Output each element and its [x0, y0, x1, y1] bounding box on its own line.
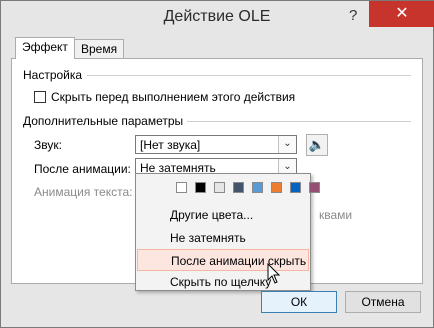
hide-before-checkbox[interactable] [34, 91, 46, 103]
sound-select[interactable]: [Нет звука] ⌄ [135, 135, 297, 154]
settings-group-label: Настройка [23, 68, 83, 82]
menu-item-no-dim[interactable]: Не затемнять [136, 227, 312, 249]
tab-effect[interactable]: Эффект [15, 37, 75, 59]
color-swatch[interactable] [195, 182, 206, 193]
color-swatch[interactable] [233, 182, 244, 193]
menu-item-hide-on-click[interactable]: Скрыть по щелчку [136, 271, 312, 293]
color-swatch[interactable] [309, 182, 320, 193]
extra-group-label: Дополнительные параметры [23, 114, 184, 128]
menu-item-more-colors[interactable]: Другие цвета... [136, 204, 312, 226]
after-animation-dropdown: Другие цвета... Не затемнять После анима… [135, 173, 320, 293]
ole-action-dialog: Действие OLE ? ✕ Эффект Время Настройка … [0, 0, 434, 328]
color-swatch[interactable] [252, 182, 263, 193]
color-swatch[interactable] [290, 182, 301, 193]
cancel-button[interactable]: Отмена [345, 291, 421, 313]
speaker-icon[interactable]: 🔈 [306, 134, 328, 156]
chevron-down-icon[interactable]: ⌄ [278, 136, 296, 153]
after-animation-label: После анимации: [34, 162, 131, 176]
sound-value: [Нет звука] [140, 138, 201, 152]
sound-label: Звук: [34, 138, 62, 152]
divider [87, 75, 411, 76]
title-bar: Действие OLE ? ✕ [1, 1, 434, 33]
tab-timing[interactable]: Время [74, 39, 125, 58]
color-swatch[interactable] [214, 182, 225, 193]
divider [187, 121, 411, 122]
text-animation-label: Анимация текста: [34, 185, 133, 199]
ok-button[interactable]: ОК [261, 291, 337, 313]
hide-before-label: Скрыть перед выполнением этого действия [51, 90, 296, 104]
color-swatch[interactable] [176, 182, 187, 193]
close-button[interactable]: ✕ [369, 1, 434, 27]
text-animation-suffix: квами [319, 208, 353, 222]
menu-item-hide-after[interactable]: После анимации скрыть [137, 249, 309, 271]
help-icon[interactable]: ? [349, 7, 357, 24]
color-swatch[interactable] [271, 182, 282, 193]
mouse-cursor-icon [267, 263, 281, 284]
